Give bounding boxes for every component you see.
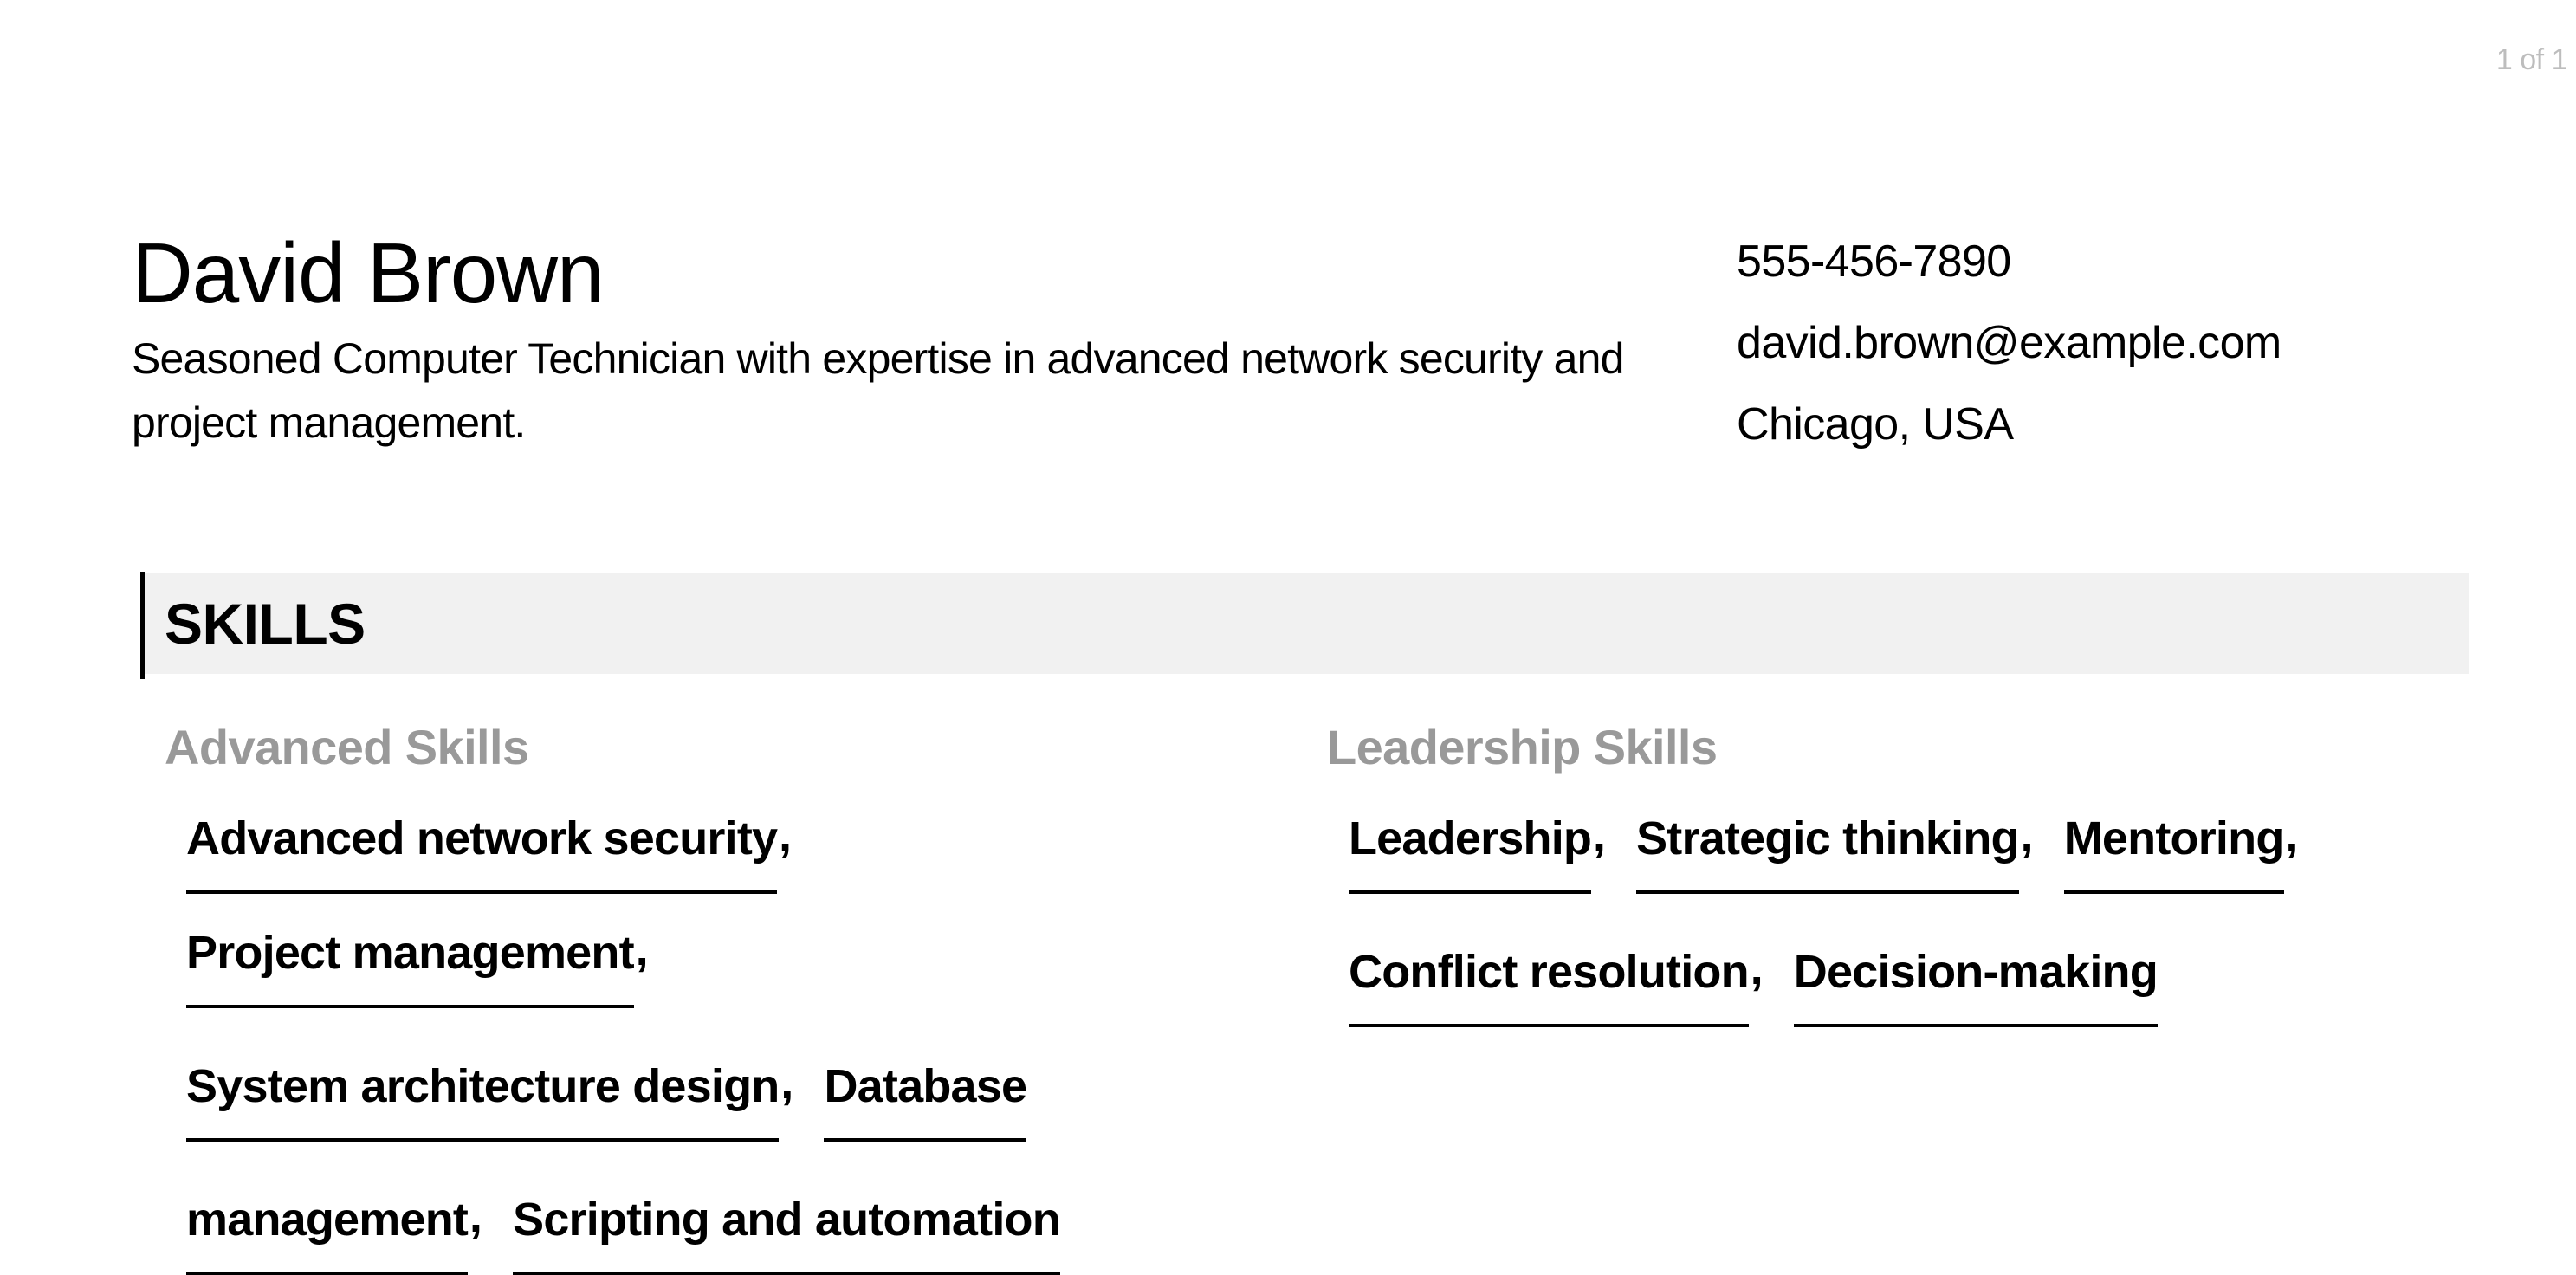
skill-label: Database (824, 1060, 1027, 1112)
contact-email: david.brown@example.com (1737, 318, 2282, 368)
skill-tag: Mentoring, (2063, 804, 2298, 894)
professional-summary: Seasoned Computer Technician with expert… (132, 334, 1624, 447)
skill-group-title: Leadership Skills (1327, 720, 1718, 774)
skill-tag: Scripting and automation (513, 1185, 1061, 1275)
skills-section-header: SKILLS (140, 573, 2469, 674)
resume-header: David Brown Seasoned Computer Technician… (132, 221, 1656, 455)
skill-separator: , (780, 1057, 793, 1109)
skill-separator: , (1592, 809, 1606, 861)
skill-separator: , (469, 1190, 482, 1242)
skill-list: Leadership, Strategic thinking, Mentoring,… (1327, 804, 2453, 1027)
skill-label: Scripting and automation (513, 1194, 1061, 1246)
page-indicator: 1 of 1 (2495, 43, 2568, 76)
skill-row: System architecture design, Database (165, 1052, 1291, 1142)
skill-tag: Project management, (186, 918, 649, 1008)
skill-label: management (186, 1194, 469, 1246)
skill-tag: Leadership, (1349, 804, 1606, 894)
section-accent-bar (140, 572, 145, 679)
skill-tag: Strategic thinking, (1636, 804, 2034, 894)
skill-label: System architecture design (186, 1060, 780, 1112)
skill-label: Leadership (1349, 812, 1592, 864)
skill-group-advanced: Advanced Skills Advanced network securit… (165, 709, 1291, 1275)
skill-group-leadership: Leadership Skills Leadership, Strategic t… (1327, 709, 2453, 1027)
skill-tag: Decision-making (1793, 937, 2159, 1027)
skill-tag: management, (186, 1185, 482, 1275)
skill-label: Mentoring (2063, 812, 2285, 864)
skill-separator: , (2020, 809, 2034, 861)
skill-separator: , (779, 809, 792, 861)
skill-label: Project management (186, 927, 635, 979)
skill-label: Advanced network security (186, 812, 778, 864)
skill-row: management, Scripting and automation (165, 1185, 1291, 1275)
skill-tag: Conflict resolution, (1349, 937, 1764, 1027)
candidate-name: David Brown (132, 225, 605, 320)
skill-tag: Database (824, 1052, 1027, 1142)
skill-tag: System architecture design, (186, 1052, 793, 1142)
contact-location: Chicago, USA (1737, 399, 2014, 450)
skill-separator: , (635, 923, 649, 975)
contact-info: 555-456-7890 david.brown@example.com Chi… (1737, 221, 2282, 465)
skill-tag: Advanced network security, (186, 804, 792, 894)
skill-label: Strategic thinking (1636, 812, 2019, 864)
skill-separator: , (2285, 809, 2298, 861)
skill-group-title: Advanced Skills (165, 720, 529, 774)
skill-label: Decision-making (1793, 946, 2159, 998)
skill-row: Leadership, Strategic thinking, Mentoring, (1327, 804, 2453, 894)
skill-row: Advanced network security, Project manage… (165, 804, 1291, 1008)
skills-section-title: SKILLS (165, 592, 366, 656)
skill-list: Advanced network security, Project manage… (165, 804, 1291, 1275)
skill-label: Conflict resolution (1349, 946, 1750, 998)
skill-row: Conflict resolution, Decision-making (1327, 937, 2453, 1027)
contact-phone: 555-456-7890 (1737, 236, 2011, 287)
skill-separator: , (1750, 942, 1764, 994)
